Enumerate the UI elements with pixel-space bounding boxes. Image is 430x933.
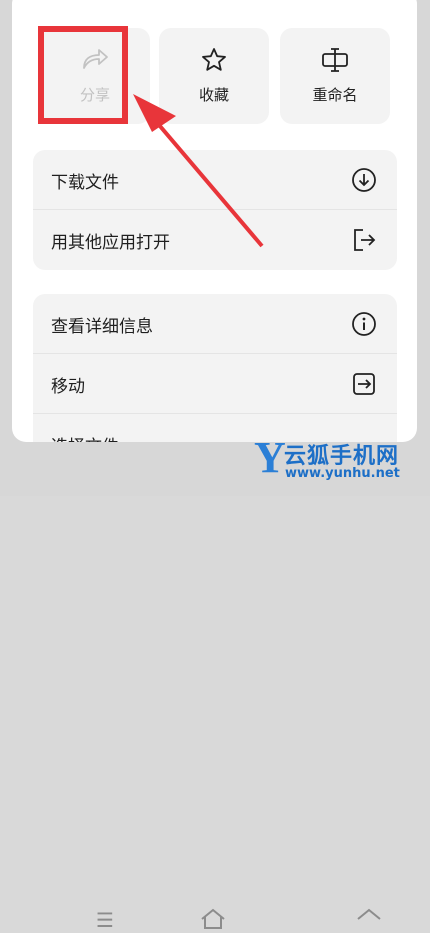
watermark: Y 云狐手机网 www.yunhu.net	[254, 433, 430, 496]
menu-icon[interactable]: ☰	[96, 910, 114, 930]
watermark-letter: Y	[254, 433, 286, 482]
watermark-url: www.yunhu.net	[285, 466, 400, 481]
back-icon[interactable]	[356, 908, 382, 933]
annotation-arrow	[133, 94, 264, 248]
home-icon[interactable]	[200, 908, 226, 933]
